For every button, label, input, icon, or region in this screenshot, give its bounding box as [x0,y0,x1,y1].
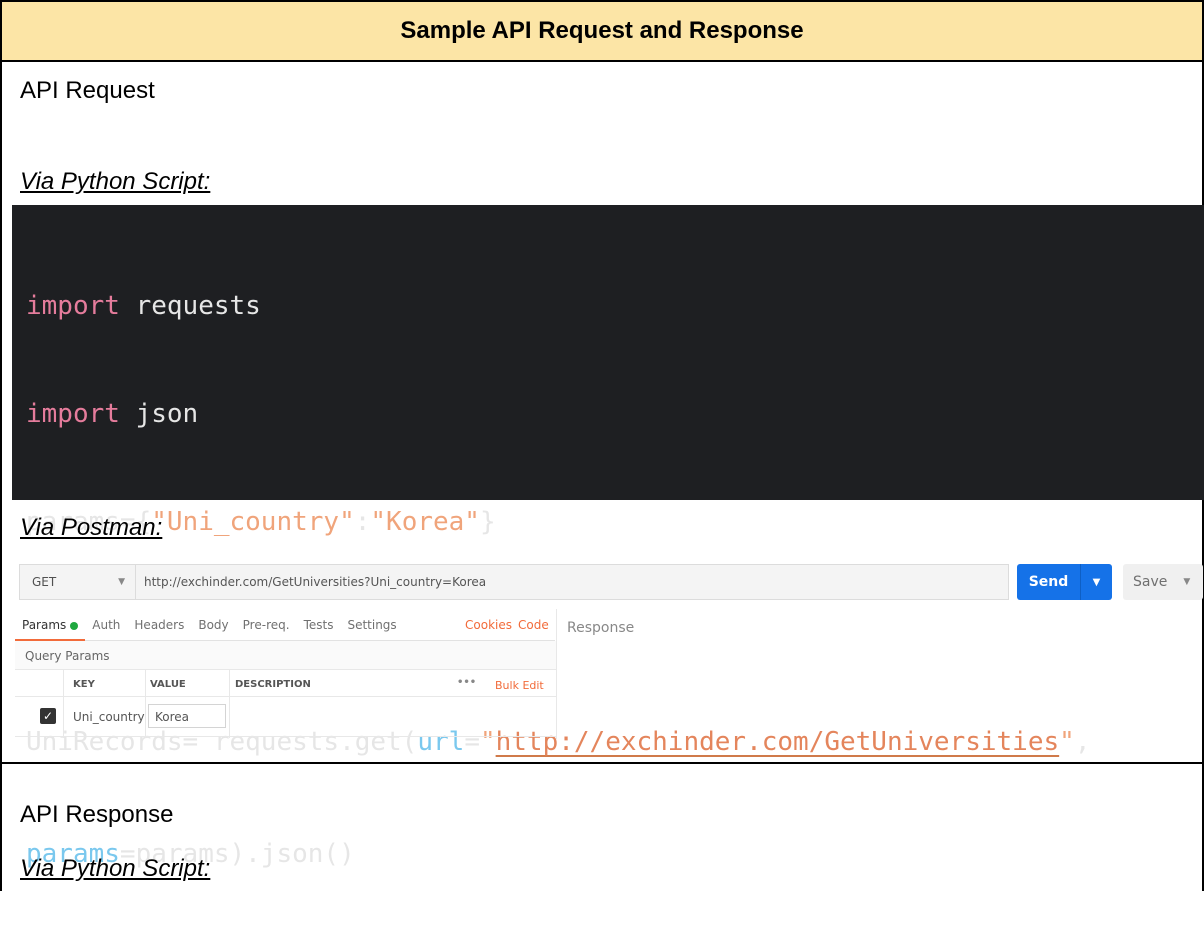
tab-settings[interactable]: Settings [340,609,403,641]
postman-screenshot: GET ▼ http://exchinder.com/GetUniversiti… [15,557,1204,739]
code-keyword: import [26,399,120,429]
column-divider [145,670,146,738]
send-label: Send [1028,574,1069,590]
method-value: GET [32,575,57,589]
document-table: Sample API Request and Response API Requ… [0,0,1204,891]
api-request-label: API Request [20,77,155,104]
request-url-input[interactable]: http://exchinder.com/GetUniversities?Uni… [135,564,1009,600]
chevron-down-icon[interactable]: ▼ [1080,564,1112,600]
tab-auth[interactable]: Auth [85,609,127,641]
python-code-screenshot: import requests import json params={"Uni… [12,205,1204,869]
param-key-cell[interactable]: Uni_country [73,710,145,724]
column-value: VALUE [150,679,186,690]
code-line: params={"Uni_country":"Korea"} [26,504,1204,540]
response-pane-label: Response [567,620,635,636]
column-divider [63,670,64,738]
tab-headers[interactable]: Headers [127,609,191,641]
chevron-down-icon: ▼ [1183,577,1191,587]
table-title: Sample API Request and Response [400,17,804,44]
code-text: json [119,399,199,429]
code-text: requests [119,291,261,321]
column-key: KEY [73,679,95,690]
code-text: } [479,507,496,537]
row-checkbox[interactable]: ✓ [40,708,56,724]
save-button[interactable]: Save ▼ [1123,564,1203,600]
table-row: ✓ Uni_country Korea [15,697,556,737]
cookies-link[interactable]: Cookies [465,618,512,632]
code-string: "Korea" [370,507,480,537]
row-divider [2,762,1204,764]
table-header: Sample API Request and Response [2,2,1202,62]
code-keyword: import [26,291,120,321]
tab-tests[interactable]: Tests [297,609,341,641]
column-divider [229,670,230,738]
tab-body[interactable]: Body [191,609,235,641]
params-table-header: KEY VALUE DESCRIPTION ••• Bulk Edit [15,670,556,697]
code-line: import json [26,396,1204,432]
send-button[interactable]: Send ▼ [1017,564,1112,600]
code-link[interactable]: Code [518,618,549,632]
param-value-input[interactable]: Korea [148,704,226,728]
more-options-icon[interactable]: ••• [457,677,476,688]
api-response-label: API Response [20,801,174,828]
query-params-title: Query Params [15,641,556,670]
tab-links: Cookies Code [465,618,555,632]
pane-divider [556,609,557,739]
code-line: import requests [26,288,1204,324]
via-python-label: Via Python Script: [20,168,211,195]
via-postman-label: Via Postman: [20,514,163,541]
bulk-edit-link[interactable]: Bulk Edit [495,679,544,692]
tab-params[interactable]: Params [15,609,86,641]
via-python-response-label: Via Python Script: [20,855,211,882]
active-dot-icon [70,621,79,630]
method-select[interactable]: GET ▼ [19,564,135,600]
tab-pre-req[interactable]: Pre-req. [236,609,297,641]
tab-label: Params [22,618,67,632]
code-text: : [354,507,371,537]
code-string: "Uni_country" [151,507,355,537]
save-label: Save [1133,574,1168,590]
chevron-down-icon: ▼ [118,577,125,587]
column-description: DESCRIPTION [235,679,311,690]
